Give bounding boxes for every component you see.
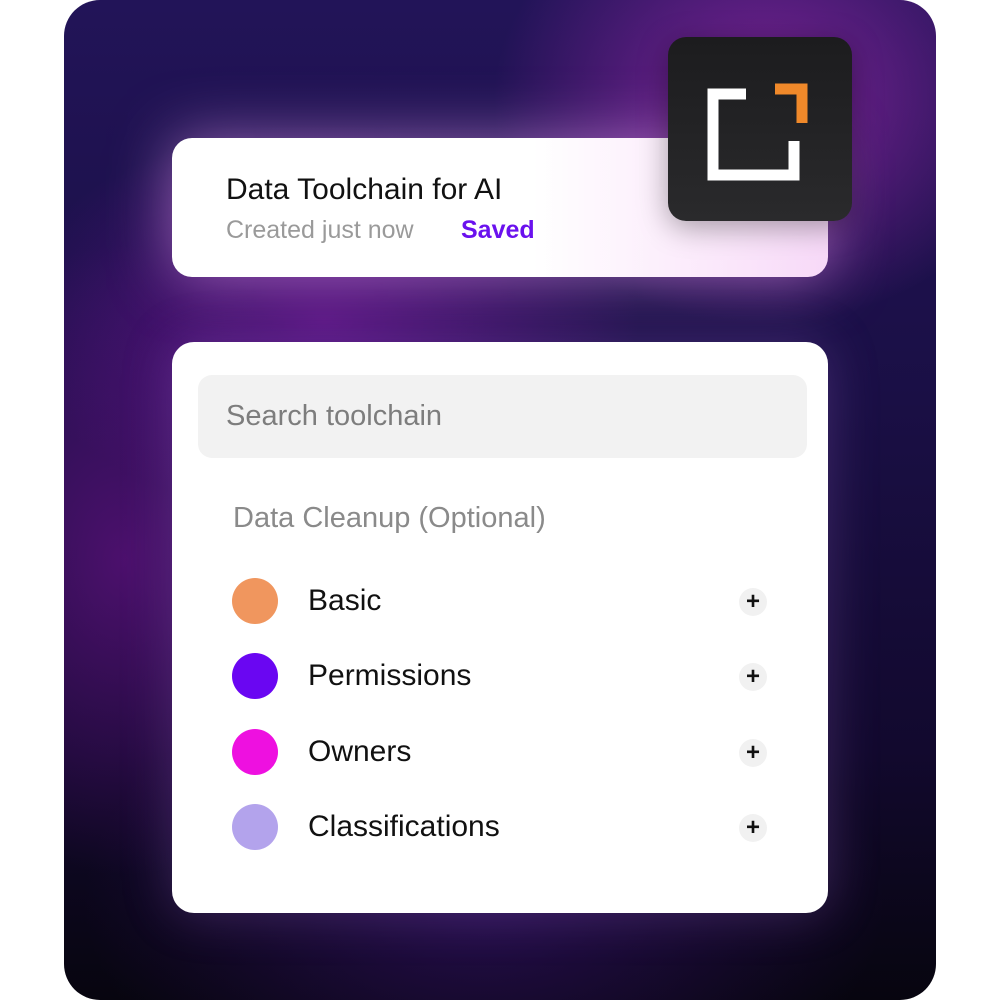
plus-icon[interactable]: + (739, 814, 767, 842)
tool-label: Permissions (308, 659, 472, 692)
section-title: Data Cleanup (Optional) (233, 502, 546, 534)
color-dot (232, 804, 278, 850)
app-logo (668, 37, 852, 221)
plus-icon[interactable]: + (739, 663, 767, 691)
plus-icon[interactable]: + (739, 588, 767, 616)
plus-icon[interactable]: + (739, 739, 767, 767)
tool-item-basic: Basic + (232, 576, 772, 626)
tool-item-owners: Owners + (232, 727, 772, 777)
color-dot (232, 653, 278, 699)
toolchain-title: Data Toolchain for AI (226, 173, 503, 206)
color-dot (232, 578, 278, 624)
saved-status: Saved (461, 216, 535, 244)
color-dot (232, 729, 278, 775)
bracket-logo-icon (707, 83, 808, 181)
tool-label: Classifications (308, 810, 500, 843)
tool-label: Basic (308, 584, 382, 617)
tool-label: Owners (308, 735, 412, 768)
tool-item-permissions: Permissions + (232, 651, 772, 701)
toolchain-panel: Data Cleanup (Optional) Basic + Permissi… (172, 342, 828, 913)
search-input[interactable] (198, 375, 807, 458)
created-timestamp: Created just now (226, 216, 414, 244)
tool-item-classifications: Classifications + (232, 802, 772, 852)
